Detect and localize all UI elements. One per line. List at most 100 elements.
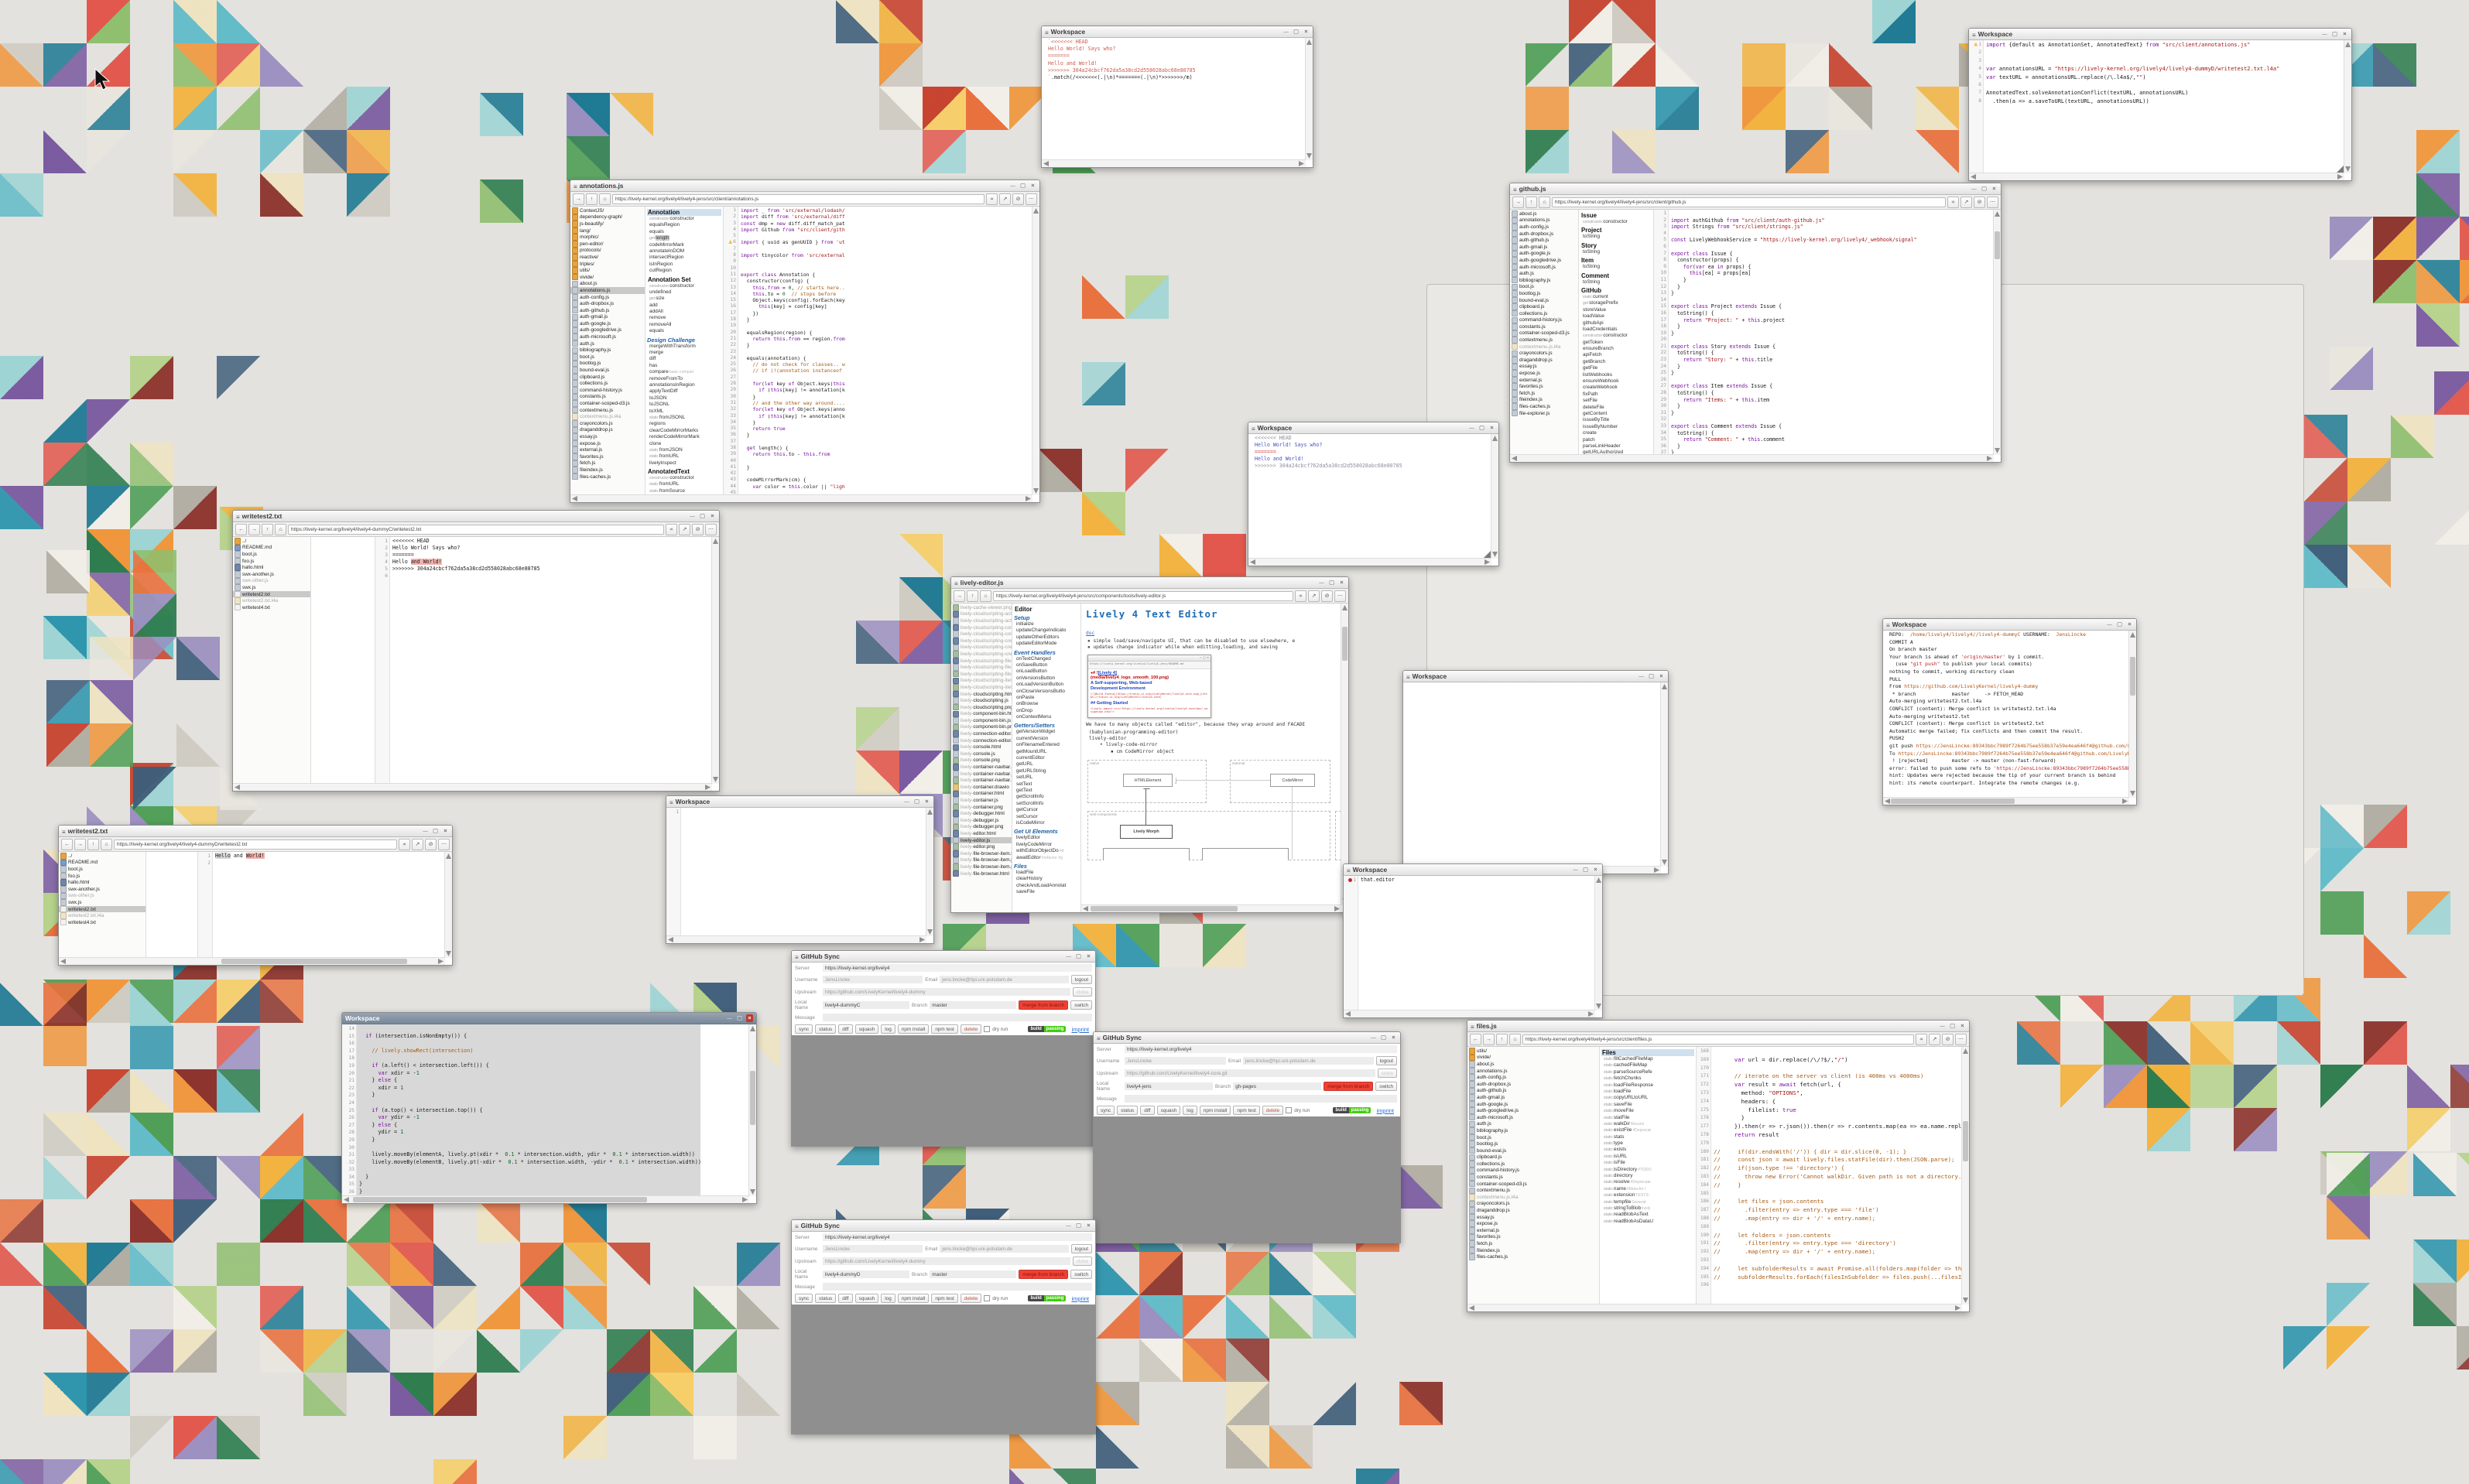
titlebar[interactable]: lively-editor.js bbox=[951, 577, 1348, 589]
line-number[interactable]: 35 bbox=[344, 1181, 354, 1188]
code-line[interactable]: return "Items: " + this.item bbox=[1671, 397, 2001, 404]
line-number[interactable]: 11 bbox=[726, 272, 736, 278]
horizontal-scrollbar[interactable] bbox=[233, 783, 712, 791]
line-number[interactable]: 30 bbox=[1656, 403, 1666, 410]
line-number[interactable]: 5 bbox=[378, 566, 388, 573]
code-line[interactable]: } bbox=[741, 316, 1039, 323]
line-number[interactable]: 22 bbox=[344, 1085, 354, 1092]
line-number[interactable]: 16 bbox=[1656, 310, 1666, 317]
outline-header[interactable]: Editor bbox=[1014, 606, 1079, 613]
up-icon[interactable]: ↑ bbox=[1526, 197, 1537, 208]
file-item[interactable]: files-caches.js bbox=[1467, 1253, 1599, 1260]
username-input[interactable] bbox=[823, 1245, 923, 1253]
file-item[interactable]: lively-component-bin.js bbox=[951, 717, 1012, 724]
outline-header[interactable]: Item bbox=[1580, 257, 1652, 264]
code-line[interactable]: // } bbox=[1714, 1181, 1969, 1190]
dry-run-checkbox[interactable] bbox=[984, 1295, 990, 1301]
code-editor[interactable]: 1234567891011121314151617181920212223242… bbox=[1654, 210, 2001, 462]
open-external-icon[interactable] bbox=[1308, 590, 1320, 602]
code-line[interactable]: .then(a => a.saveToURL(textURL, annotati… bbox=[1986, 97, 2351, 105]
file-item[interactable]: favorites.js bbox=[1510, 383, 1578, 390]
line-number[interactable]: 10 bbox=[1656, 270, 1666, 277]
outline-item[interactable]: onBrowse bbox=[1014, 701, 1079, 707]
outline-item[interactable]: saveFile bbox=[1014, 889, 1079, 895]
switch-button[interactable]: switch bbox=[1375, 1082, 1397, 1091]
code-line[interactable]: for(let key of Object.keys(anno bbox=[741, 406, 1039, 412]
sync-button[interactable]: sync bbox=[1097, 1106, 1115, 1115]
close-icon[interactable] bbox=[1085, 1222, 1092, 1229]
npm-install-button[interactable]: npm install bbox=[1200, 1106, 1231, 1115]
file-item[interactable]: auth.js bbox=[570, 340, 645, 347]
line-number[interactable]: 184 bbox=[1699, 1181, 1709, 1190]
scrollbar-thumb[interactable] bbox=[1891, 798, 2015, 804]
code-line[interactable]: import diff from 'src/external/diff bbox=[741, 214, 1039, 220]
code-line[interactable] bbox=[741, 470, 1039, 477]
url-input[interactable] bbox=[1552, 197, 1946, 207]
code-line[interactable] bbox=[1714, 1065, 1969, 1073]
outline-header[interactable]: GitHub bbox=[1580, 287, 1652, 294]
disable-icon[interactable] bbox=[1321, 590, 1333, 602]
code-line[interactable]: if (intersection.isNonEmpty()) { bbox=[359, 1033, 756, 1041]
code-line[interactable]: const dmp = new diff.diff_match_pat bbox=[741, 221, 1039, 227]
file-item[interactable]: bibliography.js bbox=[1467, 1127, 1599, 1134]
outline-item[interactable]: statictempfileGenerat bbox=[1601, 1199, 1694, 1205]
horizontal-scrollbar[interactable] bbox=[1510, 454, 1994, 462]
file-item[interactable]: files-caches.js bbox=[1510, 403, 1578, 410]
file-item[interactable]: fetch.js bbox=[570, 460, 645, 467]
line-number[interactable]: 186 bbox=[1699, 1198, 1709, 1206]
outline-item[interactable]: staticreadBlobAsText bbox=[1601, 1212, 1694, 1218]
line-number[interactable]: 21 bbox=[1656, 344, 1666, 350]
outline-item[interactable]: getToken bbox=[1580, 340, 1652, 346]
outline-item[interactable]: annotateInDOM bbox=[647, 248, 721, 255]
imprint-link[interactable]: imprint bbox=[1376, 1107, 1394, 1114]
horizontal-scrollbar[interactable] bbox=[666, 935, 926, 943]
code-line[interactable]: On branch master bbox=[1889, 646, 2136, 654]
file-item[interactable]: favorites.js bbox=[1467, 1234, 1599, 1241]
close-icon[interactable] bbox=[2341, 30, 2348, 38]
horizontal-scrollbar[interactable] bbox=[1883, 797, 2129, 805]
scrollbar-thumb[interactable] bbox=[353, 1197, 647, 1202]
outline-item[interactable]: clone bbox=[647, 441, 721, 447]
merge-from-branch-button[interactable]: merge from branch bbox=[1019, 1000, 1068, 1010]
code-line[interactable]: ! [rejected] master -> master (non-fast-… bbox=[1889, 757, 2136, 765]
file-item[interactable]: lively-container.png bbox=[951, 804, 1012, 811]
code-line[interactable]: CONFLICT (content): Merge conflict in wr… bbox=[1889, 720, 2136, 728]
maximize-icon[interactable] bbox=[1380, 1034, 1387, 1041]
outline-item[interactable]: toString bbox=[1580, 234, 1652, 240]
code-line[interactable]: var textURL = annotationsURL.replace(/\.… bbox=[1986, 74, 2351, 81]
line-number[interactable]: 32 bbox=[344, 1159, 354, 1167]
code-editor[interactable] bbox=[1403, 682, 1668, 874]
code-line[interactable] bbox=[359, 1099, 756, 1107]
code-line[interactable]: if (this[key] != annotation[k bbox=[741, 387, 1039, 393]
line-number[interactable]: 5 bbox=[1971, 74, 1981, 81]
code-line[interactable] bbox=[1714, 1140, 1969, 1148]
up-icon[interactable]: ↑ bbox=[262, 524, 273, 535]
merge-from-branch-button[interactable]: merge from branch bbox=[1019, 1270, 1068, 1279]
file-item[interactable]: writetest2.txt bbox=[233, 591, 310, 598]
code-line[interactable]: var url = dir.replace(/\/?$/,"/") bbox=[1714, 1056, 1969, 1065]
file-item[interactable]: lively-file-browser-item.js bbox=[951, 857, 1012, 864]
close-icon[interactable] bbox=[2126, 621, 2133, 628]
code-line[interactable]: } bbox=[359, 1181, 756, 1188]
local-name-input[interactable] bbox=[823, 1270, 909, 1278]
dependencies-icon[interactable] bbox=[1947, 197, 1959, 208]
outline-item[interactable]: issueByNumber bbox=[1580, 424, 1652, 430]
outline-item[interactable]: isInRegion bbox=[647, 262, 721, 268]
menu-icon[interactable] bbox=[236, 510, 240, 523]
line-number[interactable]: 27 bbox=[344, 1122, 354, 1130]
file-item[interactable]: ../ bbox=[233, 538, 310, 545]
file-item[interactable]: lively-cloudscripting-credent bbox=[951, 638, 1012, 645]
file-item[interactable]: constants.js bbox=[570, 394, 645, 401]
outline-item[interactable]: getText bbox=[1014, 788, 1079, 794]
upstream-input[interactable] bbox=[1125, 1069, 1375, 1077]
line-number[interactable]: 20 bbox=[344, 1070, 354, 1078]
home-icon[interactable]: ⌂ bbox=[599, 193, 611, 205]
line-number[interactable]: 29 bbox=[1656, 397, 1666, 404]
titlebar[interactable]: Workspace bbox=[1883, 619, 2136, 631]
line-number[interactable]: 21 bbox=[344, 1077, 354, 1085]
outline-item[interactable]: getMountURL bbox=[1014, 749, 1079, 755]
code-line[interactable]: toString() { bbox=[1671, 310, 2001, 317]
line-number[interactable]: 13 bbox=[726, 285, 736, 291]
url-input[interactable] bbox=[1522, 1034, 1914, 1045]
line-number[interactable]: 24 bbox=[726, 355, 736, 361]
